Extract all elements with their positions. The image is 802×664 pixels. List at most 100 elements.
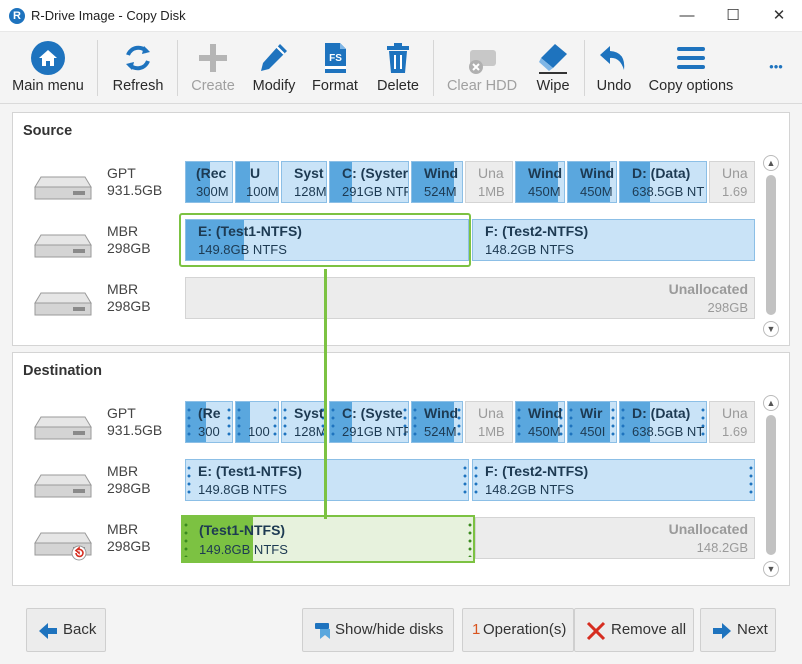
source-disk-3[interactable]: MBR 298GB Unallocated 298GB [13, 275, 773, 329]
remove-x-icon [586, 621, 606, 641]
partition-unallocated[interactable]: Unallocated 298GB [185, 277, 755, 319]
partition[interactable]: U 100M [235, 161, 279, 203]
partition-size: 1.69 [722, 424, 748, 439]
scroll-up-arrow[interactable]: ▲ [763, 155, 779, 171]
partition[interactable]: D: (Data) 638.5GB NT [619, 401, 707, 443]
maximize-button[interactable]: ☐ [710, 0, 756, 32]
disk-size: 931.5GB [107, 422, 163, 438]
copy-connector-line [324, 269, 327, 519]
partition-size: 128M [294, 424, 327, 439]
partition[interactable]: C: (Syster 291GB NTF [329, 161, 409, 203]
destination-disk-2[interactable]: MBR 298GB E: (Test1-NTFS) 149.8GB NTFS F:… [13, 457, 773, 511]
partition[interactable]: Wind 524M [411, 401, 463, 443]
scroll-up-arrow[interactable]: ▲ [763, 395, 779, 411]
create-label: Create [191, 78, 235, 94]
modify-button[interactable]: Modify [246, 36, 302, 100]
app-icon: R [9, 8, 25, 24]
arrow-left-icon [39, 623, 57, 639]
wipe-button[interactable]: Wipe [528, 36, 578, 100]
partition-unallocated[interactable]: Una 1MB [465, 401, 513, 443]
eraser-icon [539, 44, 567, 74]
remove-all-button[interactable]: Remove all [574, 608, 694, 652]
operations-button[interactable]: 1 Operation(s) [462, 608, 574, 652]
refresh-button[interactable]: Refresh [104, 36, 172, 100]
partition-unallocated[interactable]: Una 1MB [465, 161, 513, 203]
partition-unallocated[interactable]: Unallocated 148.2GB [475, 517, 755, 559]
menu-lines-icon [677, 47, 705, 69]
source-scrollbar[interactable]: ▲ ▼ [763, 155, 779, 337]
partition-name: Una [722, 165, 748, 181]
refresh-label: Refresh [112, 78, 164, 94]
undo-label: Undo [596, 78, 632, 94]
partition-name: C: (Syster [342, 165, 409, 181]
partition[interactable]: E: (Test1-NTFS) 149.8GB NTFS [185, 459, 469, 501]
disk-filter-icon [315, 623, 330, 639]
clear-hdd-button[interactable]: Clear HDD [440, 36, 524, 100]
partition[interactable]: D: (Data) 638.5GB NT [619, 161, 707, 203]
format-icon-text: FS [329, 53, 342, 64]
partition[interactable]: (Re 300 [185, 401, 233, 443]
partition[interactable]: Wind 524M [411, 161, 463, 203]
undo-button[interactable]: Undo [590, 36, 638, 100]
destination-disk-3[interactable]: MBR 298GB (Test1-NTFS) 149.8GB NTFS Unall… [13, 515, 773, 569]
clear-hdd-label: Clear HDD [446, 78, 518, 94]
show-hide-disks-button[interactable]: Show/hide disks [302, 608, 454, 652]
partition-name: E: (Test1-NTFS) [198, 463, 302, 479]
partition[interactable]: F: (Test2-NTFS) 148.2GB NTFS [472, 459, 755, 501]
bottom-bar: Back Show/hide disks 1 Operation(s) Remo… [0, 598, 802, 664]
partition-unallocated[interactable]: Una 1.69 [709, 401, 755, 443]
partition-size: 128M [294, 184, 327, 199]
disk-size: 298GB [107, 298, 151, 314]
format-label: Format [312, 78, 358, 94]
partition-name: C: (Syste [342, 405, 403, 421]
more-button[interactable]: ••• [758, 36, 794, 100]
disk-type: MBR [107, 521, 139, 537]
scroll-thumb[interactable] [766, 415, 776, 555]
partition-selected[interactable]: E: (Test1-NTFS) 149.8GB NTFS [185, 219, 469, 261]
partition-size: 100M [246, 184, 279, 199]
remove-all-label: Remove all [611, 621, 687, 638]
close-button[interactable]: ✕ [756, 0, 802, 32]
partition-size: 638.5GB NT [632, 424, 705, 439]
next-button[interactable]: Next [700, 608, 776, 652]
trash-icon [387, 43, 409, 73]
scroll-down-arrow[interactable]: ▼ [763, 561, 779, 577]
scroll-thumb[interactable] [766, 175, 776, 315]
partition[interactable]: C: (Syste 291GB NTF [329, 401, 409, 443]
partition[interactable]: Wind 450M [567, 161, 617, 203]
copy-options-button[interactable]: Copy options [642, 36, 740, 100]
destination-disk-1[interactable]: GPT 931.5GB (Re 300 100 Syst 128M C: (Syst… [13, 399, 773, 453]
partition-size: 524M [424, 424, 457, 439]
minimize-button[interactable]: — [664, 0, 710, 32]
partition-size: 291GB NTF [342, 184, 409, 199]
scroll-down-arrow[interactable]: ▼ [763, 321, 779, 337]
partition[interactable]: Syst 128M [281, 161, 327, 203]
partition-name: Wir [580, 405, 603, 421]
partition-size: 300M [196, 184, 229, 199]
partition-name: Unallocated [668, 281, 748, 297]
clear-hdd-icon [469, 50, 496, 74]
source-disk-1[interactable]: GPT 931.5GB (Rec 300M U 100M Syst 128M C: (… [13, 159, 773, 213]
partition-size: 1.69 [722, 184, 748, 199]
copy-options-label: Copy options [648, 78, 734, 94]
partition[interactable]: Syst 128M [281, 401, 327, 443]
format-button[interactable]: FS Format [306, 36, 364, 100]
partition-name: Wind [528, 165, 563, 181]
partition[interactable]: Wind 450M [515, 401, 565, 443]
partition[interactable]: Wir 450I [567, 401, 617, 443]
source-disk-2[interactable]: MBR 298GB E: (Test1-NTFS) 149.8GB NTFS F:… [13, 213, 773, 271]
partition[interactable]: (Rec 300M [185, 161, 233, 203]
partition[interactable]: Wind 450M [515, 161, 565, 203]
partition-name: Unallocated [668, 521, 748, 537]
delete-button[interactable]: Delete [368, 36, 428, 100]
partition[interactable]: F: (Test2-NTFS) 148.2GB NTFS [472, 219, 755, 261]
partition-size: 148.2GB [696, 540, 748, 555]
main-menu-button[interactable]: Main menu [6, 36, 90, 100]
partition-new-copy[interactable]: (Test1-NTFS) 149.8GB NTFS [181, 515, 475, 563]
partition[interactable]: 100 [235, 401, 279, 443]
create-button[interactable]: Create [184, 36, 242, 100]
partition-size: 300 [198, 424, 220, 439]
partition-unallocated[interactable]: Una 1.69 [709, 161, 755, 203]
destination-scrollbar[interactable]: ▲ ▼ [763, 395, 779, 577]
back-button[interactable]: Back [26, 608, 106, 652]
